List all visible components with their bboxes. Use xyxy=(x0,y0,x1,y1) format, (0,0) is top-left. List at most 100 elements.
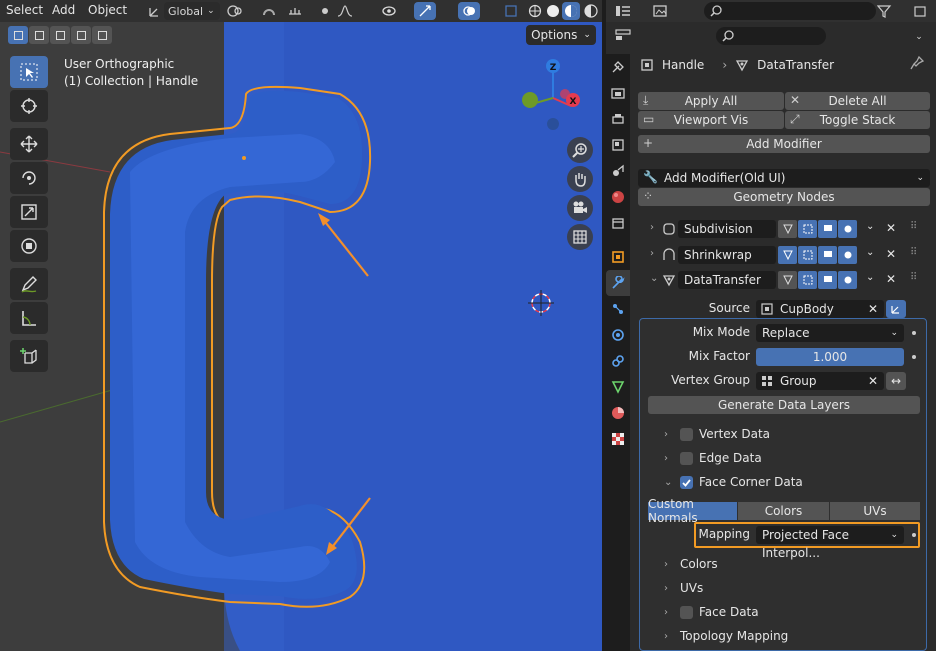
ortho-toggle-button[interactable] xyxy=(567,224,593,250)
pin-icon[interactable] xyxy=(910,55,925,73)
modifier-datatransfer[interactable]: ⌄ DataTransfer ⌄ ✕ ⠿ xyxy=(636,269,932,291)
keyframe-dot[interactable] xyxy=(912,355,916,359)
transform-orientation-dropdown[interactable]: Global ⌄ xyxy=(164,2,220,20)
viewport-vis-button[interactable]: ▭ Viewport Vis xyxy=(638,111,784,129)
mix-factor-slider[interactable]: 1.000 xyxy=(756,348,904,366)
uvs-subpanel-row[interactable]: › UVs xyxy=(664,579,703,597)
keyframe-dot[interactable] xyxy=(912,331,916,335)
tab-particles[interactable] xyxy=(606,296,630,322)
chevron-right-icon[interactable]: › xyxy=(650,222,660,233)
show-overlays-button[interactable] xyxy=(458,2,480,20)
tab-tool[interactable] xyxy=(606,54,630,80)
geometry-nodes-button[interactable]: ⁘ Geometry Nodes xyxy=(638,188,930,206)
close-icon[interactable]: ✕ xyxy=(886,247,896,261)
filter-icon[interactable] xyxy=(876,2,894,20)
tab-data[interactable] xyxy=(606,374,630,400)
edge-data-row[interactable]: › Edge Data xyxy=(664,449,762,467)
chevron-down-icon[interactable]: ⌄ xyxy=(866,272,874,283)
xray-toggle-icon[interactable] xyxy=(502,2,520,20)
cage-toggle[interactable] xyxy=(798,246,817,264)
select-subtract-button[interactable] xyxy=(50,26,70,44)
chevron-right-icon[interactable]: › xyxy=(664,429,674,440)
mapping-dropdown[interactable]: Projected Face Interpol... ⌄ xyxy=(756,526,904,560)
generate-data-layers-button[interactable]: Generate Data Layers xyxy=(648,396,920,414)
tab-modifiers[interactable] xyxy=(606,270,630,296)
options-dropdown-icon[interactable]: ⌄ xyxy=(910,28,928,46)
chevron-right-icon[interactable]: › xyxy=(664,607,674,618)
wireframe-shading-icon[interactable] xyxy=(526,2,544,20)
edge-data-checkbox[interactable] xyxy=(680,451,693,465)
chevron-down-icon[interactable]: ⌄ xyxy=(866,247,874,258)
mix-mode-dropdown[interactable]: Replace ⌄ xyxy=(756,324,904,342)
pan-button[interactable] xyxy=(567,166,593,192)
tab-world[interactable] xyxy=(606,184,630,210)
tab-object[interactable] xyxy=(606,244,630,270)
chevron-down-icon[interactable]: ⌄ xyxy=(866,221,874,232)
colors-subpanel-row[interactable]: › Colors xyxy=(664,555,718,573)
apply-all-button[interactable]: ⤓ Apply All xyxy=(638,92,784,110)
rendered-shading-icon[interactable] xyxy=(582,2,600,20)
modifier-name-field[interactable]: Shrinkwrap xyxy=(678,246,776,264)
drag-handle-icon[interactable]: ⠿ xyxy=(910,221,917,232)
toggle-stack-button[interactable]: ⤢ Toggle Stack xyxy=(785,111,930,129)
viewport-scene[interactable] xyxy=(0,22,602,651)
falloff-icon[interactable] xyxy=(336,2,354,20)
menu-add[interactable]: Add xyxy=(52,3,75,17)
tab-uvs[interactable]: UVs xyxy=(830,502,920,520)
show-gizmo-button[interactable] xyxy=(414,2,436,20)
chevron-right-icon[interactable]: › xyxy=(664,453,674,464)
camera-view-button[interactable] xyxy=(567,195,593,221)
select-invert-button[interactable] xyxy=(71,26,91,44)
tab-custom-normals[interactable]: Custom Normals xyxy=(648,497,737,525)
measure-tool[interactable] xyxy=(10,302,48,334)
tab-physics[interactable] xyxy=(606,322,630,348)
face-corner-data-checkbox[interactable] xyxy=(680,475,693,489)
close-icon[interactable]: ✕ xyxy=(886,272,896,286)
new-collection-icon[interactable] xyxy=(912,2,930,20)
select-extend-button[interactable] xyxy=(29,26,49,44)
edit-mode-toggle[interactable] xyxy=(778,220,797,238)
properties-search-input[interactable] xyxy=(716,27,826,45)
render-toggle[interactable] xyxy=(838,246,857,264)
add-cube-tool[interactable] xyxy=(10,340,48,372)
rotate-tool[interactable] xyxy=(10,162,48,194)
chevron-right-icon[interactable]: › xyxy=(664,583,674,594)
tab-scene[interactable] xyxy=(606,158,630,184)
clear-icon[interactable]: ✕ xyxy=(868,372,878,390)
tab-output[interactable] xyxy=(606,106,630,132)
chevron-right-icon[interactable]: › xyxy=(664,559,674,570)
select-intersect-button[interactable] xyxy=(92,26,112,44)
options-dropdown[interactable]: Options ⌄ xyxy=(526,25,596,45)
tab-render[interactable] xyxy=(606,80,630,106)
outliner-search-input[interactable] xyxy=(704,2,876,20)
render-toggle[interactable] xyxy=(838,271,857,289)
close-icon[interactable]: ✕ xyxy=(886,221,896,235)
clear-icon[interactable]: ✕ xyxy=(868,300,878,318)
tab-view-layer[interactable] xyxy=(606,132,630,158)
viewport-toggle[interactable] xyxy=(818,246,837,264)
cage-toggle[interactable] xyxy=(798,271,817,289)
tab-collection[interactable] xyxy=(606,210,630,236)
modifier-name-field[interactable]: Subdivision xyxy=(678,220,776,238)
edit-mode-toggle[interactable] xyxy=(778,246,797,264)
chevron-down-icon[interactable]: ⌄ xyxy=(650,273,660,284)
menu-object[interactable]: Object xyxy=(88,3,127,17)
cursor-tool[interactable] xyxy=(10,90,48,122)
vertex-group-field[interactable]: Group ✕ xyxy=(756,372,884,390)
face-data-row[interactable]: › Face Data xyxy=(664,603,759,621)
edit-mode-toggle[interactable] xyxy=(778,271,797,289)
tab-colors[interactable]: Colors xyxy=(738,502,829,520)
topology-mapping-row[interactable]: › Topology Mapping xyxy=(664,627,788,645)
add-modifier-old-dropdown[interactable]: 🔧 Add Modifier(Old UI) ⌄ xyxy=(638,169,930,187)
tab-material[interactable] xyxy=(606,400,630,426)
zoom-button[interactable] xyxy=(567,137,593,163)
navigation-gizmo[interactable]: Z X xyxy=(516,56,586,136)
source-field[interactable]: CupBody ✕ xyxy=(756,300,884,318)
cage-toggle[interactable] xyxy=(798,220,817,238)
editor-type-icon[interactable] xyxy=(614,2,632,20)
keyframe-dot[interactable] xyxy=(912,533,916,537)
3d-viewport[interactable]: Select Add Object Global ⌄ Options ⌄ Use… xyxy=(0,0,602,651)
chevron-right-icon[interactable]: › xyxy=(650,248,660,259)
face-data-checkbox[interactable] xyxy=(680,605,693,619)
viewport-toggle[interactable] xyxy=(818,271,837,289)
